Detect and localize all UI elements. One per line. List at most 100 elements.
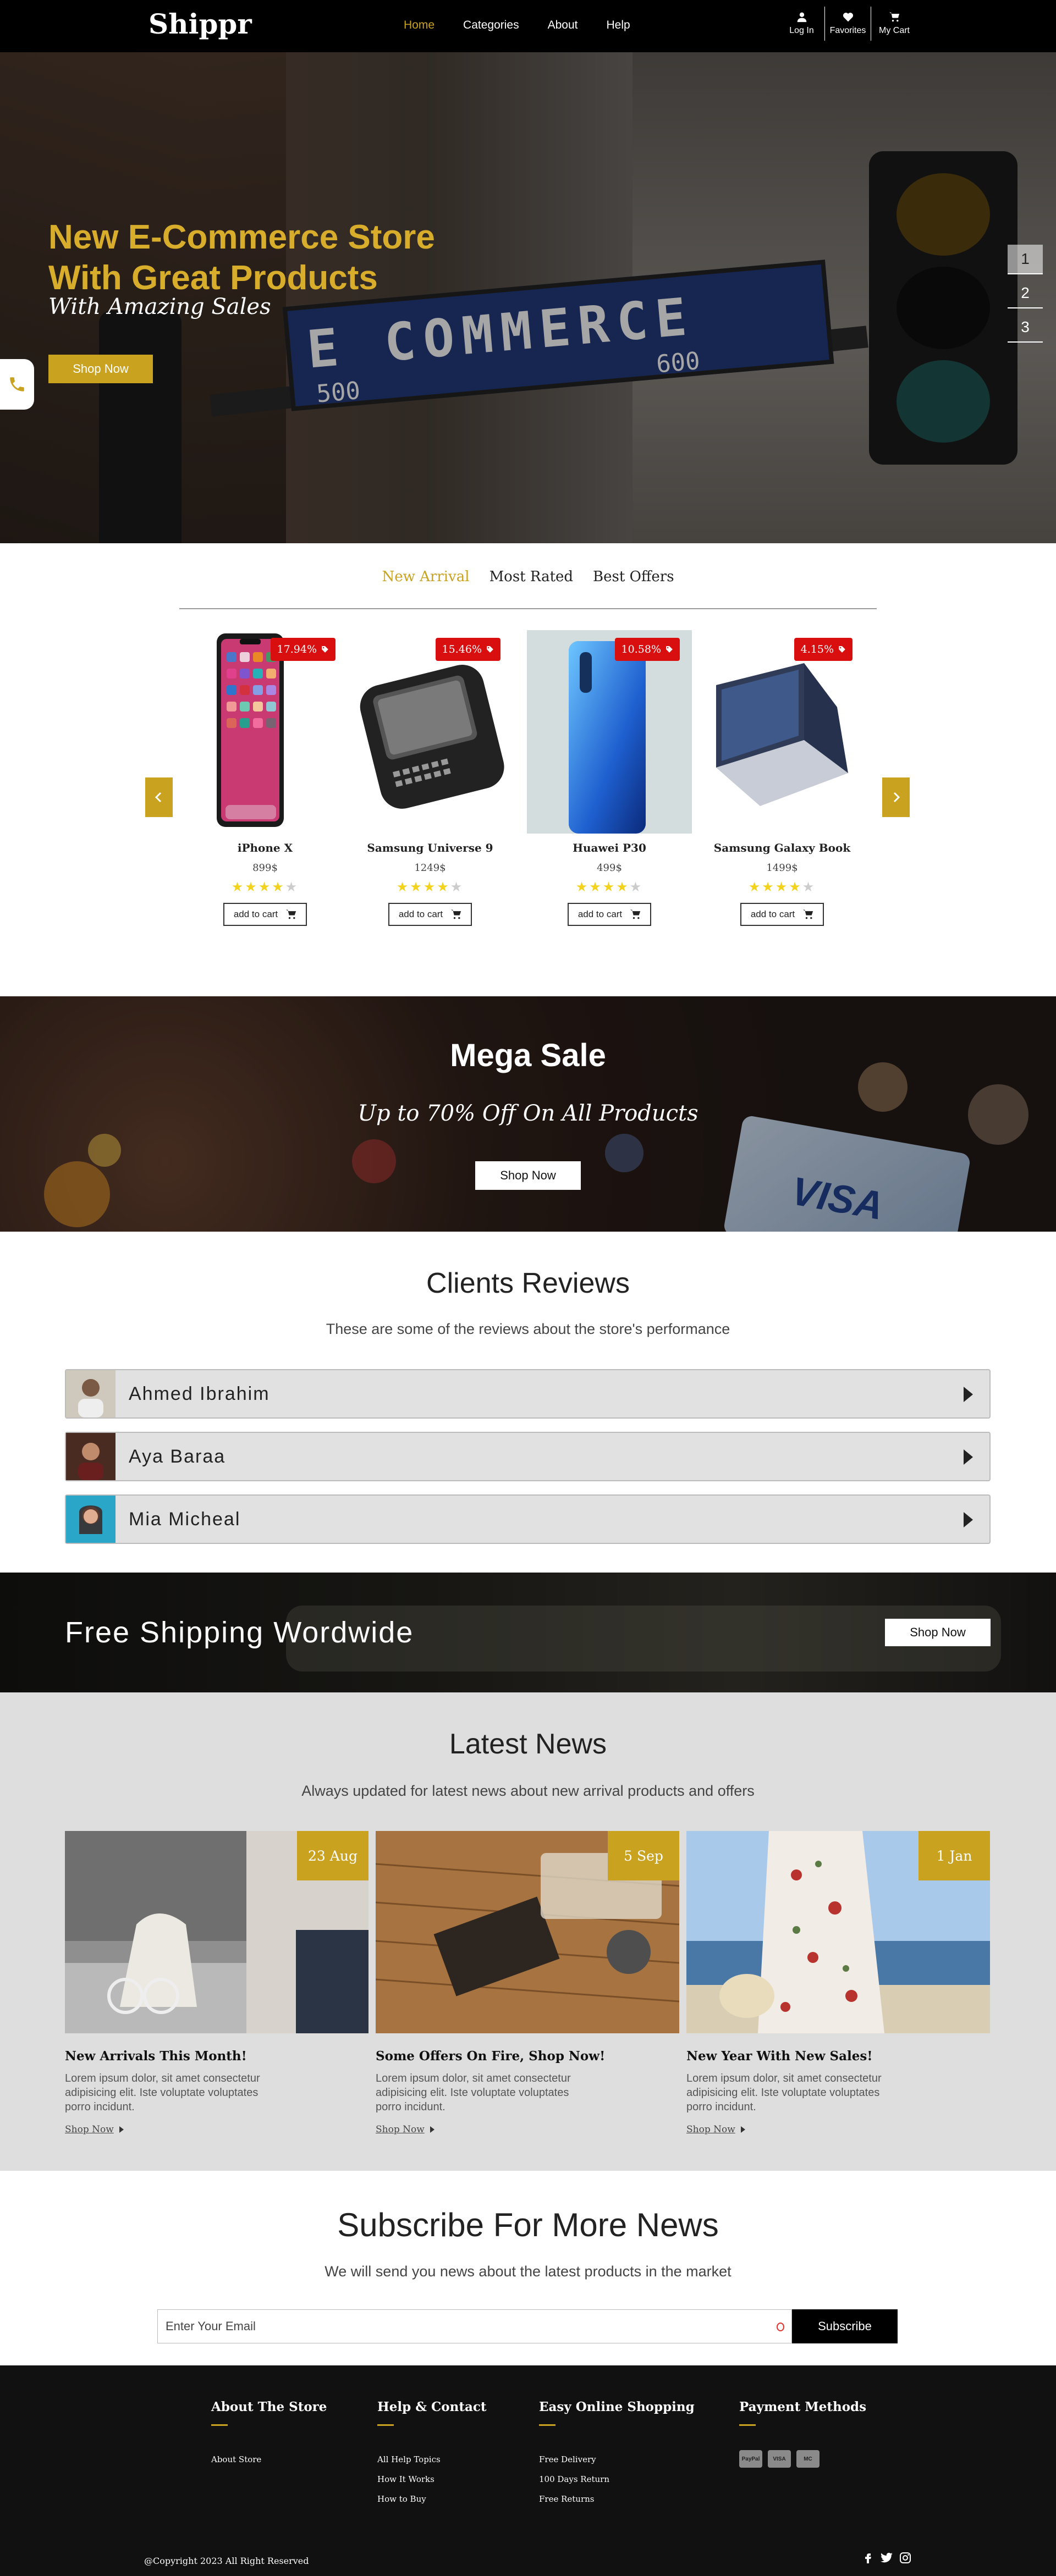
slide-indicator-3[interactable]: 3 <box>1008 313 1043 343</box>
add-to-cart-button[interactable]: add to cart <box>223 903 307 926</box>
news-shop-now-link[interactable]: Shop Now <box>686 2124 990 2135</box>
tag-icon <box>322 646 328 653</box>
product-tabs: New Arrival Most Rated Best Offers <box>0 569 1056 585</box>
footer: About The Store About Store Help & Conta… <box>0 2365 1056 2576</box>
add-to-cart-label: add to cart <box>233 909 278 919</box>
product-card[interactable]: 10.58% Huawei P30 499$ ★★★★★ add to cart <box>527 630 692 926</box>
tab-best-offers[interactable]: Best Offers <box>593 569 674 585</box>
payment-methods: PayPal VISA MC <box>739 2450 866 2468</box>
cart-icon <box>889 12 900 22</box>
footer-column-help: Help & Contact All Help Topics How It Wo… <box>377 2400 487 2514</box>
phone-contact-button[interactable] <box>0 359 34 410</box>
mega-shop-now-button[interactable]: Shop Now <box>475 1161 581 1190</box>
review-accordion-item[interactable]: Ahmed Ibrahim <box>65 1369 991 1419</box>
nav-link-about[interactable]: About <box>548 19 578 32</box>
mastercard-icon: MC <box>796 2450 820 2468</box>
subscribe-button[interactable]: Subscribe <box>792 2309 898 2343</box>
news-shop-now-link[interactable]: Shop Now <box>65 2124 369 2135</box>
product-name[interactable]: Samsung Universe 9 <box>348 841 513 854</box>
phone-icon <box>10 377 24 391</box>
facebook-icon[interactable] <box>861 2551 875 2564</box>
tab-most-rated[interactable]: Most Rated <box>490 569 573 585</box>
cart-button[interactable]: My Cart <box>871 7 917 41</box>
tag-icon <box>487 646 493 653</box>
reviewer-name: Ahmed Ibrahim <box>129 1383 270 1404</box>
brand-logo[interactable]: Shippr <box>148 8 252 40</box>
product-image[interactable]: 4.15% <box>700 630 865 834</box>
caret-right-icon <box>119 2126 124 2133</box>
footer-link[interactable]: How to Buy <box>377 2494 487 2504</box>
product-card[interactable]: 4.15% Samsung Galaxy Book 1499$ ★★★★★ ad… <box>700 630 865 926</box>
shipping-shop-now-button[interactable]: Shop Now <box>885 1619 991 1646</box>
news-card-title[interactable]: New Arrivals This Month! <box>65 2049 369 2064</box>
instagram-icon[interactable] <box>899 2551 912 2564</box>
news-card[interactable]: 1 Jan New Year With New Sales! Lorem ips… <box>686 1831 990 2135</box>
news-card-title[interactable]: New Year With New Sales! <box>686 2049 990 2064</box>
input-warning-icon <box>777 2323 784 2331</box>
news-image[interactable]: 23 Aug <box>65 1831 369 2033</box>
news-card-description: Lorem ipsum dolor, sit amet consectetur … <box>376 2072 571 2113</box>
slide-indicator-1[interactable]: 1 <box>1008 245 1043 274</box>
discount-badge: 10.58% <box>614 638 680 661</box>
footer-column-title: Help & Contact <box>377 2400 487 2414</box>
reviews-subtitle: These are some of the reviews about the … <box>326 1321 730 1337</box>
news-shop-now-label: Shop Now <box>65 2124 114 2135</box>
news-shop-now-link[interactable]: Shop Now <box>376 2124 679 2135</box>
product-name[interactable]: Huawei P30 <box>527 841 692 854</box>
cart-icon <box>802 909 813 919</box>
add-to-cart-button[interactable]: add to cart <box>568 903 651 926</box>
mega-sale-title: Mega Sale <box>450 1038 606 1073</box>
avatar <box>66 1496 116 1543</box>
carousel-prev-button[interactable] <box>145 777 173 817</box>
subscribe-section: Subscribe For More News We will send you… <box>0 2171 1056 2365</box>
footer-link[interactable]: 100 Days Return <box>539 2474 695 2484</box>
expand-arrow-icon[interactable] <box>964 1449 973 1465</box>
carousel-next-button[interactable] <box>882 777 910 817</box>
hero-shop-now-button[interactable]: Shop Now <box>48 355 153 383</box>
product-card[interactable]: 17.94% iPhone X 899$ ★★★★★ add to cart <box>183 630 348 926</box>
visa-icon: VISA <box>768 2450 791 2468</box>
news-card-title[interactable]: Some Offers On Fire, Shop Now! <box>376 2049 679 2064</box>
product-card[interactable]: 15.46% Samsung Universe 9 1249$ ★★★★★ ad… <box>348 630 513 926</box>
footer-link[interactable]: Free Delivery <box>539 2454 695 2464</box>
footer-link[interactable]: How It Works <box>377 2474 487 2484</box>
hero-banner: E COMMERCE 500 600 New E-Commerce Store … <box>0 52 1056 543</box>
footer-link[interactable]: All Help Topics <box>377 2454 487 2464</box>
product-image[interactable]: 17.94% <box>183 630 348 834</box>
free-shipping-title: Free Shipping Wordwide <box>65 1616 414 1649</box>
news-image[interactable]: 5 Sep <box>376 1831 679 2033</box>
add-to-cart-button[interactable]: add to cart <box>388 903 472 926</box>
expand-arrow-icon[interactable] <box>964 1512 973 1527</box>
reviews-section: Clients Reviews These are some of the re… <box>0 1232 1056 1573</box>
product-name[interactable]: iPhone X <box>183 841 348 854</box>
favorites-button[interactable]: Favorites <box>825 7 871 41</box>
hero-subtitle: With Amazing Sales <box>48 294 271 319</box>
news-image[interactable]: 1 Jan <box>686 1831 990 2033</box>
review-accordion-item[interactable]: Mia Micheal <box>65 1494 991 1544</box>
hero-title: New E-Commerce Store With Great Products <box>48 217 435 299</box>
tab-new-arrival[interactable]: New Arrival <box>382 569 469 585</box>
add-to-cart-button[interactable]: add to cart <box>740 903 824 926</box>
review-accordion-item[interactable]: Aya Baraa <box>65 1432 991 1481</box>
footer-link[interactable]: Free Returns <box>539 2494 695 2504</box>
nav-link-help[interactable]: Help <box>606 19 630 32</box>
news-card[interactable]: 23 Aug New Arrivals This Month! Lorem ip… <box>65 1831 369 2135</box>
email-input[interactable] <box>157 2309 792 2343</box>
product-image[interactable]: 15.46% <box>348 630 513 834</box>
product-name[interactable]: Samsung Galaxy Book <box>700 841 865 854</box>
news-card-description: Lorem ipsum dolor, sit amet consectetur … <box>65 2072 260 2113</box>
slide-indicator-2[interactable]: 2 <box>1008 279 1043 308</box>
news-title: Latest News <box>449 1728 607 1760</box>
product-image[interactable]: 10.58% <box>527 630 692 834</box>
product-price: 1249$ <box>414 862 446 874</box>
nav-link-categories[interactable]: Categories <box>463 19 519 32</box>
login-button[interactable]: Log In <box>779 7 825 41</box>
expand-arrow-icon[interactable] <box>964 1387 973 1402</box>
footer-title-underline <box>377 2424 394 2426</box>
nav-link-home[interactable]: Home <box>404 19 435 32</box>
news-card[interactable]: 5 Sep Some Offers On Fire, Shop Now! Lor… <box>376 1831 679 2135</box>
footer-link[interactable]: About Store <box>211 2454 327 2464</box>
discount-badge: 15.46% <box>435 638 501 661</box>
twitter-icon[interactable] <box>880 2551 893 2564</box>
hero-title-line1: New E-Commerce Store <box>48 218 435 256</box>
